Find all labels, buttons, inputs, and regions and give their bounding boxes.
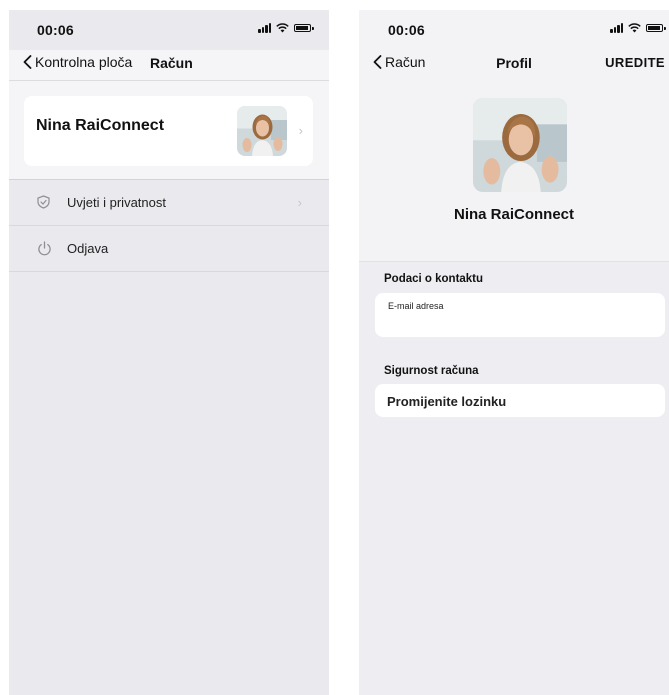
edit-button[interactable]: UREDITE xyxy=(605,55,665,70)
contact-section-label: Podaci o kontaktu xyxy=(384,273,484,285)
avatar xyxy=(237,106,287,156)
status-icons xyxy=(258,23,314,33)
status-time: 00:06 xyxy=(388,22,425,38)
power-icon xyxy=(38,241,51,256)
battery-icon xyxy=(294,24,314,32)
page-title: Račun xyxy=(150,55,193,71)
back-button[interactable]: Kontrolna ploča xyxy=(23,54,132,70)
status-icons xyxy=(610,23,666,33)
wifi-icon xyxy=(276,23,289,33)
profile-name: Nina RaiConnect xyxy=(453,206,574,223)
menu-item-label: Odjava xyxy=(67,241,109,256)
email-field[interactable]: E-mail adresa xyxy=(375,293,665,337)
chevron-right-icon: › xyxy=(298,123,303,138)
menu-item-terms-privacy[interactable]: Uvjeti i privatnost › xyxy=(9,180,329,226)
profile-header: Nina RaiConnect xyxy=(359,80,669,262)
change-password-button[interactable]: Promijenite lozinku xyxy=(375,384,665,417)
status-time: 00:06 xyxy=(37,22,74,38)
nav-bar: Kontrolna ploča Račun xyxy=(9,50,329,81)
avatar[interactable] xyxy=(473,98,567,192)
shield-icon xyxy=(37,195,50,209)
change-password-label: Promijenite lozinku xyxy=(387,394,507,409)
menu-item-logout[interactable]: Odjava xyxy=(9,226,329,272)
security-section-label: Sigurnost računa xyxy=(384,365,479,377)
chevron-left-icon xyxy=(23,55,32,69)
email-caption: E-mail adresa xyxy=(388,301,444,311)
chevron-right-icon: › xyxy=(297,195,302,210)
signal-icon xyxy=(258,23,271,33)
menu-item-label: Uvjeti i privatnost xyxy=(67,195,166,210)
wifi-icon xyxy=(628,23,641,33)
profile-name: Nina RaiConnect xyxy=(36,117,165,134)
battery-icon xyxy=(646,24,666,32)
profile-screen: 00:06 Račun Profil UREDITE Nina RaiConne… xyxy=(359,10,669,695)
profile-card[interactable]: Nina RaiConnect › xyxy=(24,96,313,166)
nav-bar: Račun Profil UREDITE xyxy=(359,50,669,80)
status-bar: 00:06 xyxy=(359,10,669,50)
signal-icon xyxy=(610,23,623,33)
account-screen: 00:06 Kontrolna ploča Račun Nina RaiConn… xyxy=(9,10,329,695)
back-label: Kontrolna ploča xyxy=(35,54,133,70)
status-bar: 00:06 xyxy=(9,10,329,50)
profile-section: Nina RaiConnect › xyxy=(9,81,329,180)
